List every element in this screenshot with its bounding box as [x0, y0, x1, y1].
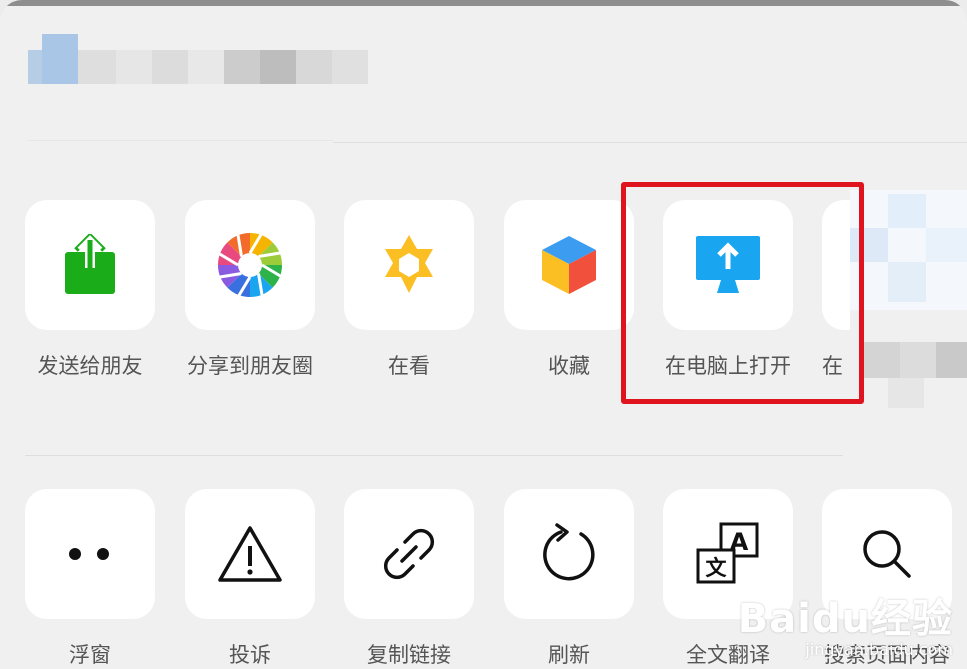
favorite-button[interactable]: 收藏 [504, 200, 634, 380]
wow-label: 在看 [388, 354, 430, 378]
top-edge [0, 0, 967, 6]
refresh-icon [543, 523, 595, 581]
wow-button[interactable]: 在看 [344, 200, 474, 380]
complaint-button[interactable]: 投诉 [185, 489, 315, 669]
blurred-header [28, 32, 368, 84]
share-to-moments-label: 分享到朋友圈 [187, 354, 313, 378]
complaint-label: 投诉 [229, 643, 271, 667]
send-to-friend-button[interactable]: 发送给朋友 [25, 200, 155, 380]
favorite-label: 收藏 [548, 354, 590, 378]
translate-icon: A 文 [696, 522, 759, 584]
svg-text:文: 文 [706, 556, 728, 580]
watermark-brand: Baidu经验 [737, 596, 953, 642]
copy-link-button[interactable]: 复制链接 [344, 489, 474, 669]
refresh-tile[interactable] [504, 489, 634, 619]
wow-tile[interactable] [344, 200, 474, 330]
baidu-watermark: Baidu经验 jingyan.baidu.com [738, 586, 953, 659]
share-to-moments-tile[interactable] [185, 200, 315, 330]
share-sheet: 发送给朋友 分享到朋友圈 在看 收藏 在电脑上打开 在 浮窗 投诉 复制链接 刷… [0, 0, 967, 669]
highlight-box [621, 182, 864, 404]
float-window-icon [69, 548, 109, 560]
float-window-label: 浮窗 [69, 643, 111, 667]
favorite-tile[interactable] [504, 200, 634, 330]
favorite-cube-icon [542, 236, 596, 294]
warning-icon [218, 526, 282, 582]
send-to-friend-icon [65, 234, 115, 294]
search-icon [863, 530, 911, 578]
copy-link-tile[interactable] [344, 489, 474, 619]
float-window-tile[interactable] [25, 489, 155, 619]
refresh-label: 刷新 [548, 643, 590, 667]
wow-star-icon [385, 235, 433, 293]
send-to-friend-label: 发送给朋友 [37, 354, 143, 378]
complaint-tile[interactable] [185, 489, 315, 619]
refresh-button[interactable]: 刷新 [504, 489, 634, 669]
share-to-moments-button[interactable]: 分享到朋友圈 [185, 200, 315, 380]
header-divider-left [28, 140, 333, 141]
row-divider [25, 455, 843, 456]
moments-shutter-icon [217, 232, 283, 298]
float-window-button[interactable]: 浮窗 [25, 489, 155, 669]
copy-link-label: 复制链接 [367, 643, 451, 667]
header-divider-right [333, 142, 967, 143]
send-to-friend-tile[interactable] [25, 200, 155, 330]
link-icon [383, 528, 435, 580]
